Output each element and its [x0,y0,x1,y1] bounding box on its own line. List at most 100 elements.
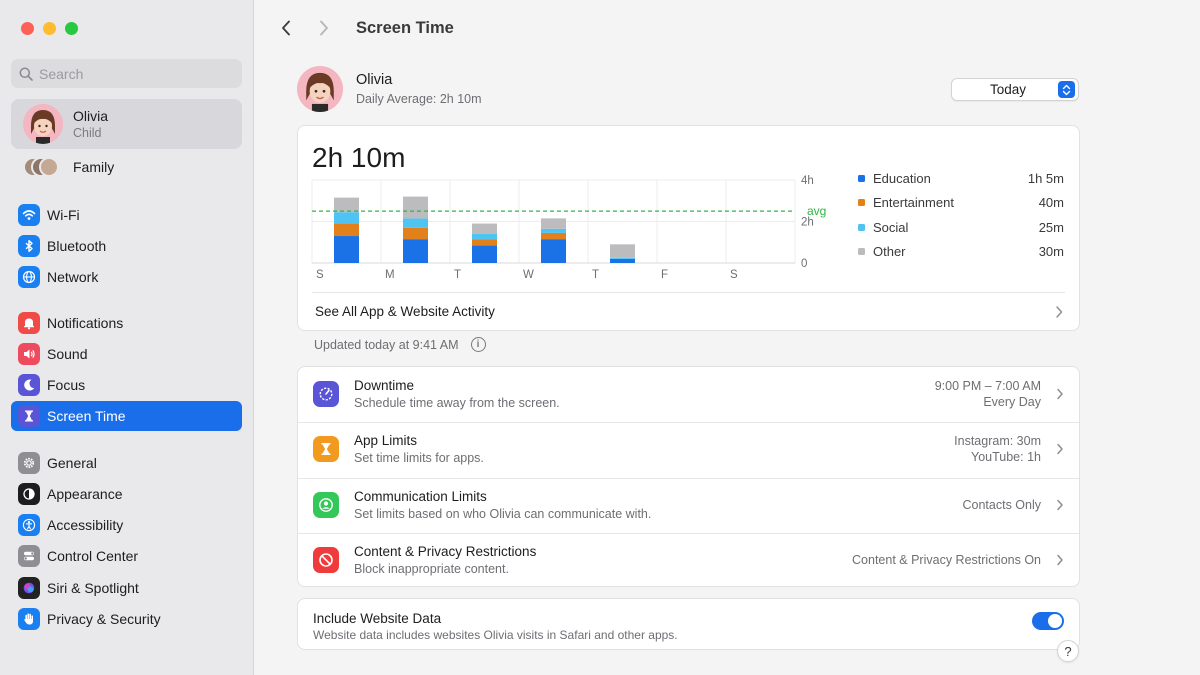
sidebar-item-privacy-security[interactable]: Privacy & Security [11,604,242,634]
sidebar-item-label: Notifications [47,315,124,331]
period-select[interactable]: Today [951,78,1079,101]
bar-segment-other [472,223,497,234]
sidebar-item-sound[interactable]: Sound [11,339,242,369]
sidebar-item-screen-time[interactable]: Screen Time [11,401,242,431]
sidebar-item-label: Siri & Spotlight [47,580,139,596]
setting-row-app-limits[interactable]: App Limits Set time limits for apps. Insta… [298,422,1081,477]
setting-row-downtime[interactable]: Downtime Schedule time away from the scre… [298,367,1081,422]
bell-icon [18,312,40,334]
bar-segment-entertainment [472,239,497,246]
bar-segment-other [541,218,566,229]
x-tick-label: T [454,269,461,281]
sidebar-item-network[interactable]: Network [11,262,242,292]
screen-time-settings-list: Downtime Schedule time away from the scre… [297,366,1080,587]
sidebar-item-siri-spotlight[interactable]: Siri & Spotlight [11,573,242,603]
sidebar-item-control-center[interactable]: Control Center [11,541,242,571]
forward-button[interactable] [313,16,335,40]
x-tick-label: F [661,269,668,281]
x-tick-label: M [385,269,395,281]
chevron-left-icon [282,20,290,36]
chevron-right-icon[interactable] [1054,305,1064,319]
sidebar-item-wifi[interactable]: Wi-Fi [11,200,242,230]
legend-swatch [858,199,865,207]
setting-value-line: 9:00 PM – 7:00 AM [934,379,1041,393]
sidebar-item-label: Sound [47,346,88,362]
include-website-data-toggle[interactable] [1032,612,1064,630]
bar-segment-social [472,233,497,240]
hourglass-icon [18,405,40,427]
bar-segment-social [541,228,566,233]
legend-item-entertainment: Entertainment 40m [858,191,1064,216]
setting-subtitle: Set time limits for apps. [354,451,484,466]
divider [312,292,1065,293]
chevron-right-icon [1057,388,1063,400]
sidebar-item-label: Network [47,269,99,285]
legend-item-other: Other 30m [858,240,1064,265]
sidebar-item-general[interactable]: General [11,448,242,478]
setting-value-line: Every Day [983,395,1041,409]
speaker-icon [18,343,40,365]
sidebar-item-accessibility[interactable]: Accessibility [11,510,242,540]
gear-icon [18,452,40,474]
setting-row-content-privacy-restrictions[interactable]: Content & Privacy Restrictions Block inap… [298,533,1081,588]
website-data-title: Include Website Data [313,611,442,626]
legend-label: Entertainment [873,195,954,211]
bar-segment-education [472,245,497,263]
y-tick-label: 2h [801,217,814,229]
updated-text: Updated today at 9:41 AM [314,337,459,352]
person-circle-icon [313,491,339,518]
legend-value: 40m [1038,195,1064,211]
bar-segment-education [610,258,635,263]
chevron-updown-icon [1058,81,1075,98]
chevron-right-icon [1057,444,1063,455]
bar-segment-education [541,239,566,263]
back-button[interactable] [275,16,297,40]
website-data-card: Include Website Data Website data includ… [297,598,1080,650]
info-icon[interactable]: i [470,337,486,352]
legend-label: Social [873,219,909,235]
bar-segment-social [334,212,359,224]
period-select-value: Today [989,82,1027,97]
hourglass-icon [313,436,339,463]
sidebar-item-notifications[interactable]: Notifications [11,308,242,338]
sidebar-item-family[interactable]: Family [11,152,242,182]
x-tick-label: T [592,269,599,281]
setting-value: 9:00 PM – 7:00 AM Every Day [935,378,1041,410]
sidebar-item-label: General [47,455,97,471]
sidebar-item-focus[interactable]: Focus [11,370,242,400]
bar-segment-entertainment [403,227,428,240]
profile-name: Olivia [73,108,109,124]
legend-swatch [858,174,865,182]
sidebar-item-appearance[interactable]: Appearance [11,479,242,509]
bar-segment-entertainment [334,223,359,237]
user-header: Olivia Daily Average: 2h 10m [297,66,482,112]
search-input[interactable] [39,65,229,82]
moon-icon [18,374,40,396]
bar-segment-other [334,197,359,213]
setting-row-communication-limits[interactable]: Communication Limits Set limits based on … [298,478,1081,533]
close-window-button[interactable] [21,22,34,35]
legend-value: 25m [1038,219,1064,235]
toggles-icon [18,545,40,567]
bar-segment-entertainment [541,232,566,240]
sidebar-item-bluetooth[interactable]: Bluetooth [11,231,242,261]
sidebar-item-label: Focus [47,377,86,393]
updated-timestamp: Updated today at 9:41 AM i [314,337,486,352]
legend-label: Other [873,244,906,260]
search-field[interactable] [11,59,242,88]
window-controls [21,22,78,35]
zoom-window-button[interactable] [65,22,78,35]
bluetooth-icon [18,235,40,257]
bar-segment-social [610,257,635,259]
help-button[interactable]: ? [1057,640,1079,662]
setting-value: Instagram: 30m YouTube: 1h [954,433,1041,465]
setting-subtitle: Set limits based on who Olivia can commu… [354,506,652,521]
see-all-activity-link[interactable]: See All App & Website Activity [315,304,495,319]
no-entry-icon [313,546,339,573]
legend-value: 30m [1038,244,1064,260]
sidebar-profile-olivia[interactable]: Olivia Child [11,99,242,149]
main-content: Screen Time Olivia Daily Average: 2h 10m… [255,0,1200,675]
x-tick-label: W [523,269,534,281]
minimize-window-button[interactable] [43,22,56,35]
setting-title: Downtime [354,378,415,393]
